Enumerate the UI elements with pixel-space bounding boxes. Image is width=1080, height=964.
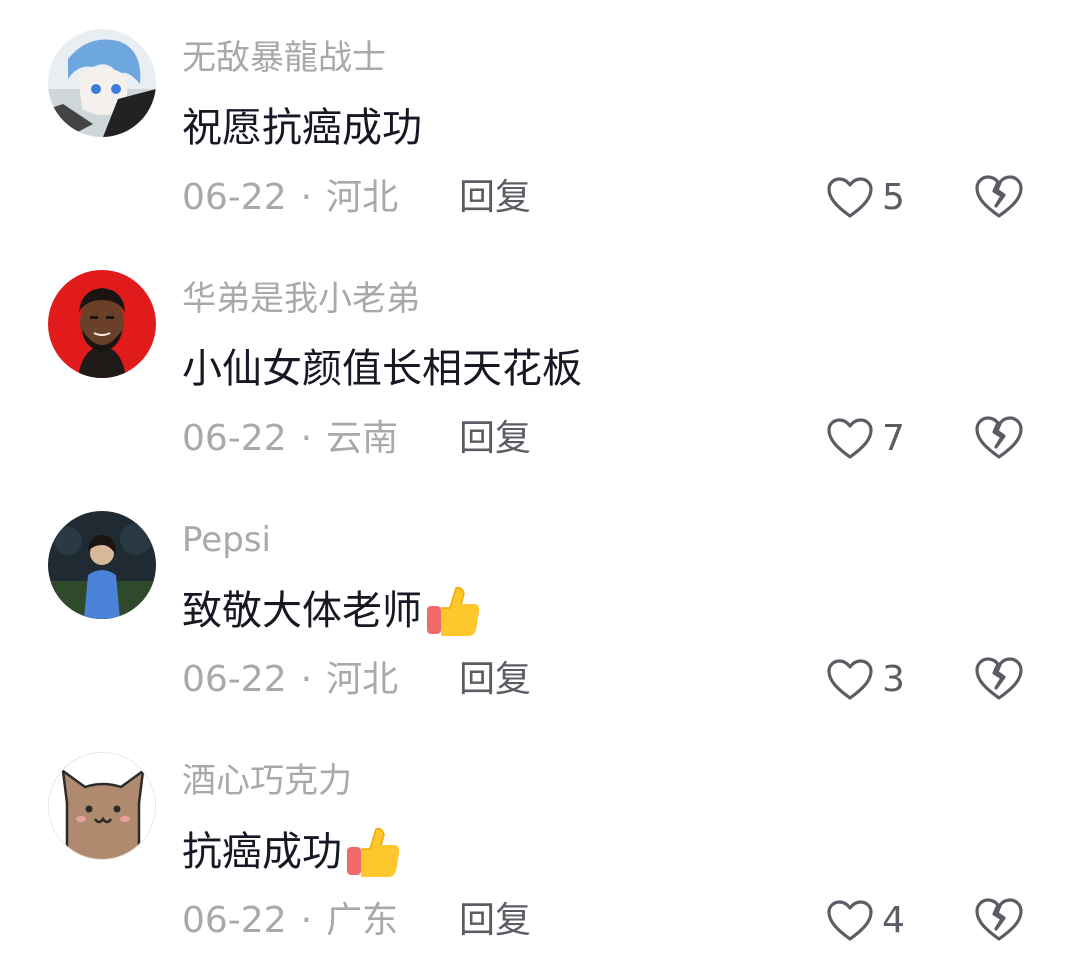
comment-meta: 06-22 · 云南	[182, 418, 398, 460]
comment-location: 河北	[326, 177, 399, 218]
broken-heart-icon	[975, 657, 1023, 700]
comment-username[interactable]: 华弟是我小老弟	[182, 279, 420, 319]
comment-date: 06-22	[182, 418, 287, 459]
meta-separator: ·	[300, 177, 313, 218]
avatar-image	[48, 29, 156, 137]
comment-item: Pepsi 致敬大体老师 06-22 · 河北 回复 3	[0, 482, 1080, 723]
comment-username[interactable]: 无敌暴龍战士	[182, 38, 386, 78]
comment-username[interactable]: 酒心巧克力	[182, 761, 352, 801]
broken-heart-icon	[975, 898, 1023, 941]
avatar[interactable]	[48, 752, 156, 860]
heart-outline-icon	[827, 177, 873, 218]
comment-date: 06-22	[182, 177, 287, 218]
like-button[interactable]: 4	[826, 896, 905, 946]
comment-text-body: 祝愿抗癌成功	[182, 105, 422, 151]
thumbs-up-emoji	[424, 582, 482, 640]
dislike-button[interactable]	[974, 415, 1024, 461]
comment-text-body: 致敬大体老师	[182, 588, 422, 634]
meta-separator: ·	[300, 900, 313, 941]
avatar[interactable]	[48, 511, 156, 619]
comment-item: 酒心巧克力 抗癌成功 06-22 · 广东 回复 4	[0, 723, 1080, 964]
comment-date: 06-22	[182, 659, 287, 700]
comment-text-body: 抗癌成功	[182, 829, 342, 875]
comment-location: 云南	[326, 418, 399, 459]
reply-button[interactable]: 回复	[459, 418, 531, 460]
like-count: 5	[882, 177, 905, 218]
comment-meta: 06-22 · 广东	[182, 900, 398, 942]
like-count: 3	[882, 659, 905, 700]
comment-meta: 06-22 · 河北	[182, 659, 398, 701]
heart-outline-icon	[827, 418, 873, 459]
reply-button[interactable]: 回复	[459, 659, 531, 701]
reply-button[interactable]: 回复	[459, 900, 531, 942]
comment-meta: 06-22 · 河北	[182, 177, 398, 219]
heart-outline-icon	[827, 900, 873, 941]
comment-text: 致敬大体老师	[182, 582, 482, 640]
comment-item: 无敌暴龍战士 祝愿抗癌成功 06-22 · 河北 回复 5	[0, 0, 1080, 241]
dislike-button[interactable]	[974, 656, 1024, 702]
like-count: 7	[882, 418, 905, 459]
like-button[interactable]: 7	[826, 414, 905, 464]
dislike-button[interactable]	[974, 174, 1024, 220]
thumbs-up-emoji	[344, 823, 402, 881]
meta-separator: ·	[300, 659, 313, 700]
comment-item: 华弟是我小老弟 小仙女颜值长相天花板 06-22 · 云南 回复 7	[0, 241, 1080, 482]
comment-username[interactable]: Pepsi	[182, 520, 271, 560]
avatar-image	[48, 270, 156, 378]
comment-date: 06-22	[182, 900, 287, 941]
dislike-button[interactable]	[974, 897, 1024, 943]
avatar[interactable]	[48, 270, 156, 378]
comment-text: 祝愿抗癌成功	[182, 104, 422, 152]
comment-location: 广东	[326, 900, 399, 941]
comment-text: 小仙女颜值长相天花板	[182, 345, 582, 393]
broken-heart-icon	[975, 175, 1023, 218]
like-button[interactable]: 5	[826, 173, 905, 223]
reply-button[interactable]: 回复	[459, 177, 531, 219]
heart-outline-icon	[827, 659, 873, 700]
avatar[interactable]	[48, 29, 156, 137]
broken-heart-icon	[975, 416, 1023, 459]
comment-location: 河北	[326, 659, 399, 700]
like-button[interactable]: 3	[826, 655, 905, 705]
comment-text: 抗癌成功	[182, 823, 402, 881]
avatar-image	[48, 511, 156, 619]
avatar-image	[49, 753, 155, 859]
meta-separator: ·	[300, 418, 313, 459]
like-count: 4	[882, 900, 905, 941]
comment-text-body: 小仙女颜值长相天花板	[182, 346, 582, 392]
